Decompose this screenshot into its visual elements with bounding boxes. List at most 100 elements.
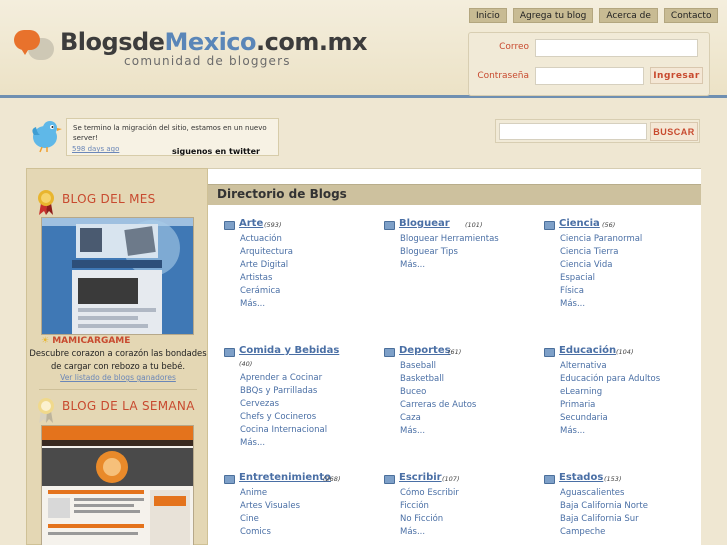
search-input[interactable]: [499, 123, 647, 140]
subcategory-link[interactable]: Artistas: [240, 272, 374, 285]
subcategory-link[interactable]: Baja California Sur: [560, 513, 694, 526]
site-header: BlogsdeMexico.com.mx comunidad de blogge…: [0, 0, 727, 98]
folder-icon: [224, 475, 235, 484]
blog-directory: Directorio de Blogs Arte (593) Actuación…: [208, 168, 701, 545]
subcategory-link[interactable]: Secundaria: [560, 412, 694, 425]
category-link-deportes[interactable]: Deportes: [399, 345, 451, 356]
blog-semana-thumbnail[interactable]: [41, 425, 194, 545]
subcategory-link[interactable]: Cómo Escribir: [400, 487, 534, 500]
email-field[interactable]: [535, 39, 698, 57]
password-field[interactable]: [535, 67, 644, 85]
folder-icon: [384, 475, 395, 484]
subcategory-link[interactable]: eLearning: [560, 386, 694, 399]
subcategory-link[interactable]: BBQs y Parrilladas: [240, 385, 374, 398]
subcategory-link[interactable]: Carreras de Autos: [400, 399, 534, 412]
category-link-estados[interactable]: Estados: [559, 472, 603, 483]
subcategory-link[interactable]: Cerámica: [240, 285, 374, 298]
subcategory-link[interactable]: Arte Digital: [240, 259, 374, 272]
sidebar: BLOG DEL MES ☀ MAMICARGAME Descubre cora…: [26, 168, 208, 545]
category-deportes: Deportes (61) Baseball Basketball Buceo …: [384, 345, 534, 438]
subcategory-link[interactable]: No Ficción: [400, 513, 534, 526]
tweet-time-link[interactable]: 598 days ago: [72, 144, 119, 154]
subcategory-link[interactable]: Cocina Internacional: [240, 424, 374, 437]
subcategory-link[interactable]: Educación para Adultos: [560, 373, 694, 386]
subcategory-link[interactable]: Alternativa: [560, 360, 694, 373]
subcategory-link[interactable]: Bloguear Herramientas: [400, 233, 534, 246]
category-educacion: Educación (104) Alternativa Educación pa…: [544, 345, 694, 438]
subcategory-link[interactable]: Arquitectura: [240, 246, 374, 259]
more-link[interactable]: Más...: [560, 425, 694, 438]
subcategory-link[interactable]: Bloguear Tips: [400, 246, 534, 259]
subcategory-link[interactable]: Cervezas: [240, 398, 374, 411]
subcategory-link[interactable]: Baja California Norte: [560, 500, 694, 513]
subcategory-link[interactable]: Anime: [240, 487, 374, 500]
subcategory-link[interactable]: Caza: [400, 412, 534, 425]
more-link[interactable]: Más...: [400, 259, 534, 272]
subcategory-link[interactable]: Baseball: [400, 360, 534, 373]
category-count: (593): [264, 221, 282, 229]
subcategory-link[interactable]: Chefs y Cocineros: [240, 411, 374, 424]
category-link-entretenimiento[interactable]: Entretenimiento: [239, 472, 331, 483]
follow-twitter-link[interactable]: siguenos en twitter: [172, 147, 260, 157]
subcategory-link[interactable]: Física: [560, 285, 694, 298]
login-button[interactable]: Ingresar: [650, 67, 703, 84]
subcategory-link[interactable]: Campeche: [560, 526, 694, 539]
gold-medal-icon: [37, 189, 55, 215]
category-count: (61): [448, 348, 462, 356]
subcategory-link[interactable]: Artes Visuales: [240, 500, 374, 513]
category-count: (153): [604, 475, 622, 483]
search-button[interactable]: BUSCAR: [650, 122, 698, 141]
category-count: (107): [442, 475, 460, 483]
category-link-bloguear[interactable]: Bloguear: [399, 218, 450, 229]
blog-del-mes-name[interactable]: ☀ MAMICARGAME: [41, 336, 130, 346]
login-form: Correo Contraseña Ingresar: [468, 32, 710, 96]
subcategory-link[interactable]: Cine: [240, 513, 374, 526]
subcategory-link[interactable]: Ciencia Paranormal: [560, 233, 694, 246]
folder-icon: [224, 221, 235, 230]
folder-icon: [384, 348, 395, 357]
logo-title: BlogsdeMexico.com.mx: [60, 28, 367, 56]
folder-icon: [384, 221, 395, 230]
nav-contacto[interactable]: Contacto: [663, 8, 719, 23]
more-link[interactable]: Más...: [240, 437, 374, 450]
subcategory-link[interactable]: Espacial: [560, 272, 694, 285]
subcategory-link[interactable]: Aprender a Cocinar: [240, 372, 374, 385]
logo-subtitle: comunidad de bloggers: [124, 54, 291, 68]
category-count: (101): [465, 221, 483, 229]
blog-del-mes-description: Descubre corazon a corazón las bondades …: [29, 348, 207, 371]
category-link-arte[interactable]: Arte: [239, 218, 263, 229]
nav-agrega-tu-blog[interactable]: Agrega tu blog: [512, 8, 594, 23]
directory-title: Directorio de Blogs: [217, 187, 347, 201]
category-link-escribir[interactable]: Escribir: [399, 472, 442, 483]
subcategory-link[interactable]: Aguascalientes: [560, 487, 694, 500]
subcategory-link[interactable]: Ficción: [400, 500, 534, 513]
site-logo[interactable]: BlogsdeMexico.com.mx comunidad de blogge…: [14, 26, 367, 71]
blog-del-mes-title: BLOG DEL MES: [62, 192, 156, 206]
subcategory-link[interactable]: Actuación: [240, 233, 374, 246]
more-link[interactable]: Más...: [400, 526, 534, 539]
twitter-bird-icon: [28, 117, 62, 153]
password-label: Contraseña: [477, 71, 529, 81]
subcategory-link[interactable]: Basketball: [400, 373, 534, 386]
category-bloguear: Bloguear (101) Bloguear Herramientas Blo…: [384, 218, 534, 272]
subcategory-link[interactable]: Primaria: [560, 399, 694, 412]
nav-inicio[interactable]: Inicio: [469, 8, 507, 23]
nav-acerca-de[interactable]: Acerca de: [599, 8, 658, 23]
folder-icon: [544, 221, 555, 230]
blog-del-mes-thumbnail[interactable]: [41, 217, 194, 335]
blogs-ganadores-link[interactable]: Ver listado de blogs ganadores: [27, 373, 209, 382]
more-link[interactable]: Más...: [400, 425, 534, 438]
category-link-educacion[interactable]: Educación: [559, 345, 616, 356]
subcategory-link[interactable]: Buceo: [400, 386, 534, 399]
category-estados: Estados (153) Aguascalientes Baja Califo…: [544, 472, 694, 539]
more-link[interactable]: Más...: [240, 298, 374, 311]
category-comida-y-bebidas: Comida y Bebidas (40) Aprender a Cocinar…: [224, 345, 374, 450]
subcategory-link[interactable]: Comics: [240, 526, 374, 539]
category-link-ciencia[interactable]: Ciencia: [559, 218, 600, 229]
category-count: (56): [602, 221, 616, 229]
category-ciencia: Ciencia (56) Ciencia Paranormal Ciencia …: [544, 218, 694, 311]
subcategory-link[interactable]: Ciencia Tierra: [560, 246, 694, 259]
subcategory-link[interactable]: Ciencia Vida: [560, 259, 694, 272]
category-link-comida-y-bebidas[interactable]: Comida y Bebidas: [239, 345, 339, 356]
more-link[interactable]: Más...: [560, 298, 694, 311]
